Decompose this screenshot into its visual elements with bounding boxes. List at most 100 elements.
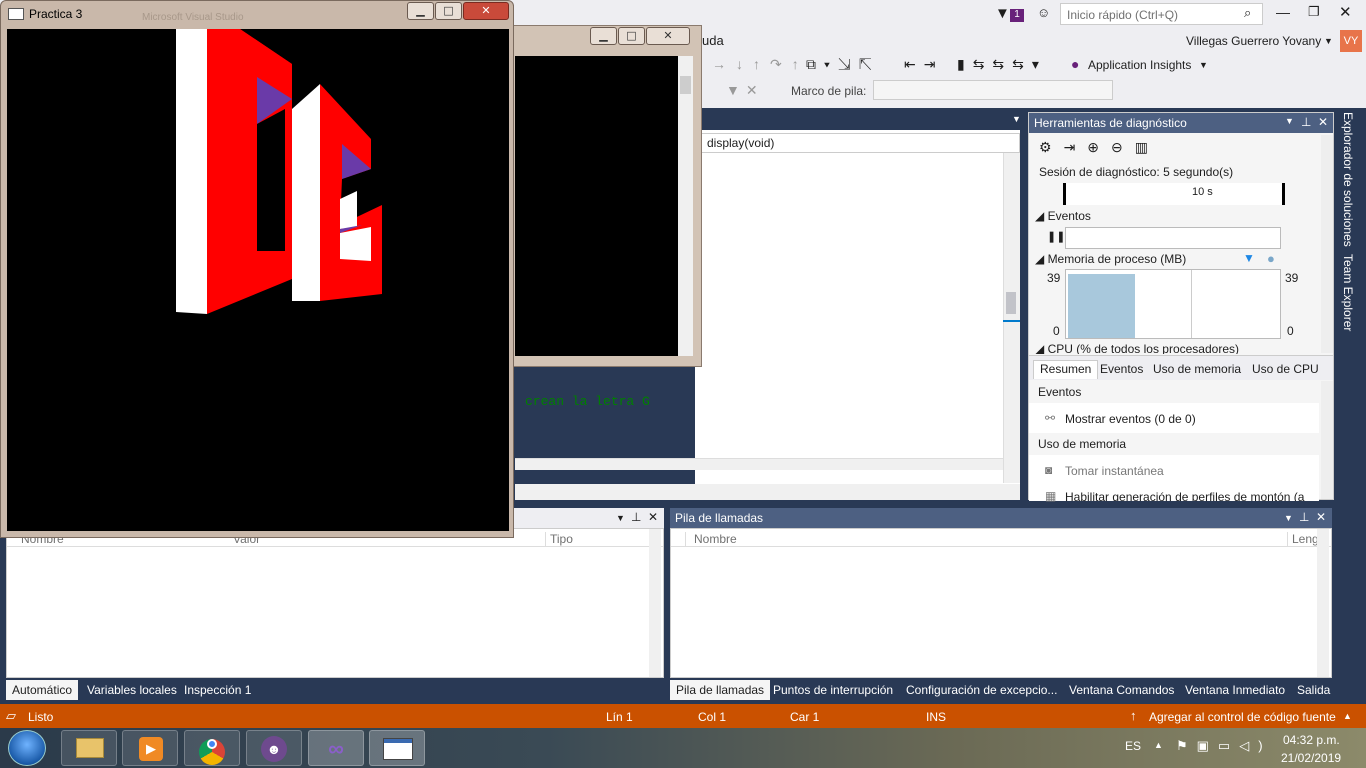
editor-scrollbar[interactable]: [1003, 153, 1020, 483]
pin-icon[interactable]: ⊥: [1301, 115, 1311, 129]
tab-exception-settings[interactable]: Configuración de excepcio...: [900, 680, 1063, 700]
stack-frame-dropdown[interactable]: [873, 80, 1113, 100]
diag-scrollbar[interactable]: [1321, 135, 1333, 353]
feedback-icon[interactable]: ☺: [1037, 5, 1050, 20]
callstack-scrollbar[interactable]: [1317, 529, 1329, 677]
search-icon: ⌕: [1244, 5, 1252, 20]
tab-events[interactable]: Eventos: [1100, 362, 1143, 376]
media-taskbar-button[interactable]: ▶: [122, 730, 178, 766]
chevron-down-icon[interactable]: ▼: [1285, 116, 1294, 126]
close-icon[interactable]: ✕: [1316, 510, 1326, 524]
column-type[interactable]: Tipo: [545, 532, 573, 546]
chevron-down-icon[interactable]: ▼: [1324, 36, 1333, 46]
diag-toolbar[interactable]: ⚙⇥⊕⊖▥: [1039, 139, 1160, 156]
maximize-button[interactable]: □: [435, 2, 462, 20]
toolbar-thread-icons[interactable]: ⧉▾⇲⇱: [806, 56, 880, 73]
close-icon[interactable]: ✕: [1339, 3, 1352, 21]
tab-call-stack[interactable]: Pila de llamadas: [670, 680, 771, 700]
app-insights-button[interactable]: Application Insights: [1088, 58, 1191, 72]
minimize-button[interactable]: ▁: [407, 2, 434, 20]
chevron-down-icon[interactable]: ▼: [616, 513, 625, 523]
code-comment-line[interactable]: crean la letra G: [525, 394, 650, 409]
bookmark-icon[interactable]: ▮⇆⇆⇆▾: [957, 56, 1047, 73]
show-events-link[interactable]: Mostrar eventos (0 de 0): [1065, 412, 1196, 426]
tab-breakpoints[interactable]: Puntos de interrupción: [767, 680, 899, 700]
close-button[interactable]: ✕: [463, 2, 509, 20]
filter-icon[interactable]: ▼: [995, 5, 1010, 22]
clock-time[interactable]: 04:32 p.m.: [1283, 733, 1340, 747]
console-scrollbar-thumb[interactable]: [680, 76, 691, 94]
explorer-taskbar-button[interactable]: [61, 730, 117, 766]
diagnostics-title: Herramientas de diagnóstico: [1034, 116, 1187, 130]
tab-command-window[interactable]: Ventana Comandos: [1063, 680, 1180, 700]
chevron-down-icon[interactable]: ▼: [1199, 60, 1208, 70]
function-dropdown[interactable]: display(void): [700, 133, 1020, 153]
source-control-button[interactable]: Agregar al control de código fuente: [1149, 710, 1336, 724]
horizontal-scrollbar[interactable]: [515, 458, 1003, 470]
console-maximize-button[interactable]: □: [618, 27, 645, 45]
tab-summary[interactable]: Resumen: [1033, 360, 1099, 379]
export-icon[interactable]: ⇥: [1064, 139, 1088, 155]
clock-date[interactable]: 21/02/2019: [1281, 751, 1341, 765]
column-name[interactable]: Nombre: [685, 532, 737, 546]
pin-icon[interactable]: ⊥: [1299, 510, 1309, 524]
notification-badge[interactable]: 1: [1010, 9, 1024, 22]
console-scrollbar[interactable]: [678, 56, 693, 356]
scrollbar-thumb[interactable]: [1006, 292, 1016, 314]
toolbar-step-icons[interactable]: →↓↑↷↑: [712, 56, 809, 73]
avatar[interactable]: VY: [1340, 30, 1362, 52]
user-name[interactable]: Villegas Guerrero Yovany: [1186, 34, 1321, 48]
pause-icon[interactable]: ❚❚: [1047, 230, 1065, 243]
tab-cpu-usage[interactable]: Uso de CPU: [1252, 362, 1319, 376]
chevron-up-icon[interactable]: ▲: [1154, 740, 1163, 750]
chevron-up-icon[interactable]: ▲: [1343, 711, 1352, 721]
cpu-section[interactable]: ◢ CPU (% de todos los procesadores): [1035, 342, 1239, 354]
start-button[interactable]: [8, 730, 46, 766]
heap-profiling-option[interactable]: Habilitar generación de perfiles de mont…: [1065, 490, 1315, 501]
team-explorer-tab[interactable]: Team Explorer: [1341, 254, 1355, 331]
column-language[interactable]: Leng: [1287, 532, 1319, 546]
events-section[interactable]: ◢ Eventos: [1035, 209, 1091, 223]
minimize-icon[interactable]: —: [1276, 4, 1290, 20]
chevron-down-icon[interactable]: ▼: [1012, 114, 1021, 124]
arrow-up-icon: ↑: [1130, 708, 1137, 723]
chart-icon[interactable]: ▥: [1135, 139, 1160, 155]
solution-explorer-tab[interactable]: Explorador de soluciones: [1341, 112, 1355, 247]
memory-section[interactable]: ◢ Memoria de proceso (MB): [1035, 252, 1186, 266]
memory-graph[interactable]: [1065, 269, 1281, 339]
console-minimize-button[interactable]: ▁: [590, 27, 617, 45]
close-icon[interactable]: ✕: [1318, 115, 1328, 129]
tab-memory-usage[interactable]: Uso de memoria: [1153, 362, 1241, 376]
summary-scrollbar[interactable]: [1321, 381, 1333, 499]
tab-output[interactable]: Salida: [1291, 680, 1336, 700]
tab-autos[interactable]: Automático: [6, 680, 79, 700]
toolbar-indent-icons[interactable]: ⇤⇥: [904, 56, 943, 73]
gear-icon[interactable]: ⚙: [1039, 139, 1064, 155]
quick-launch-input[interactable]: Inicio rápido (Ctrl+Q): [1060, 3, 1263, 25]
chrome-taskbar-button[interactable]: [184, 730, 240, 766]
console-output[interactable]: [515, 56, 678, 356]
close-icon[interactable]: ✕: [648, 510, 658, 524]
filter-icons[interactable]: ▼✕: [726, 82, 764, 99]
chevron-down-icon[interactable]: ▼: [1284, 513, 1293, 523]
language-indicator[interactable]: ES: [1125, 739, 1141, 753]
github-taskbar-button[interactable]: ☻: [246, 730, 302, 766]
tray-icons[interactable]: ⚑▣▭◁): [1176, 738, 1272, 754]
take-snapshot-button[interactable]: Tomar instantánea: [1065, 464, 1164, 478]
autos-scrollbar[interactable]: [649, 529, 661, 677]
events-track[interactable]: [1065, 227, 1281, 249]
code-editor[interactable]: [695, 130, 1020, 500]
console-close-button[interactable]: ✕: [646, 27, 690, 45]
pin-icon[interactable]: ⊥: [631, 510, 641, 524]
menu-help-partial[interactable]: uda: [702, 33, 724, 48]
restore-icon[interactable]: ❐: [1308, 4, 1320, 20]
timeline-ruler[interactable]: 10 s: [1063, 183, 1285, 205]
tab-locals[interactable]: Variables locales: [81, 680, 183, 700]
visual-studio-taskbar-button[interactable]: ∞: [308, 730, 364, 766]
opengl-canvas[interactable]: [7, 29, 509, 531]
tab-watch-1[interactable]: Inspección 1: [178, 680, 257, 700]
tab-immediate-window[interactable]: Ventana Inmediato: [1179, 680, 1291, 700]
zoom-out-icon[interactable]: ⊖: [1111, 139, 1135, 155]
console-taskbar-button[interactable]: [369, 730, 425, 766]
zoom-in-icon[interactable]: ⊕: [1087, 139, 1111, 155]
